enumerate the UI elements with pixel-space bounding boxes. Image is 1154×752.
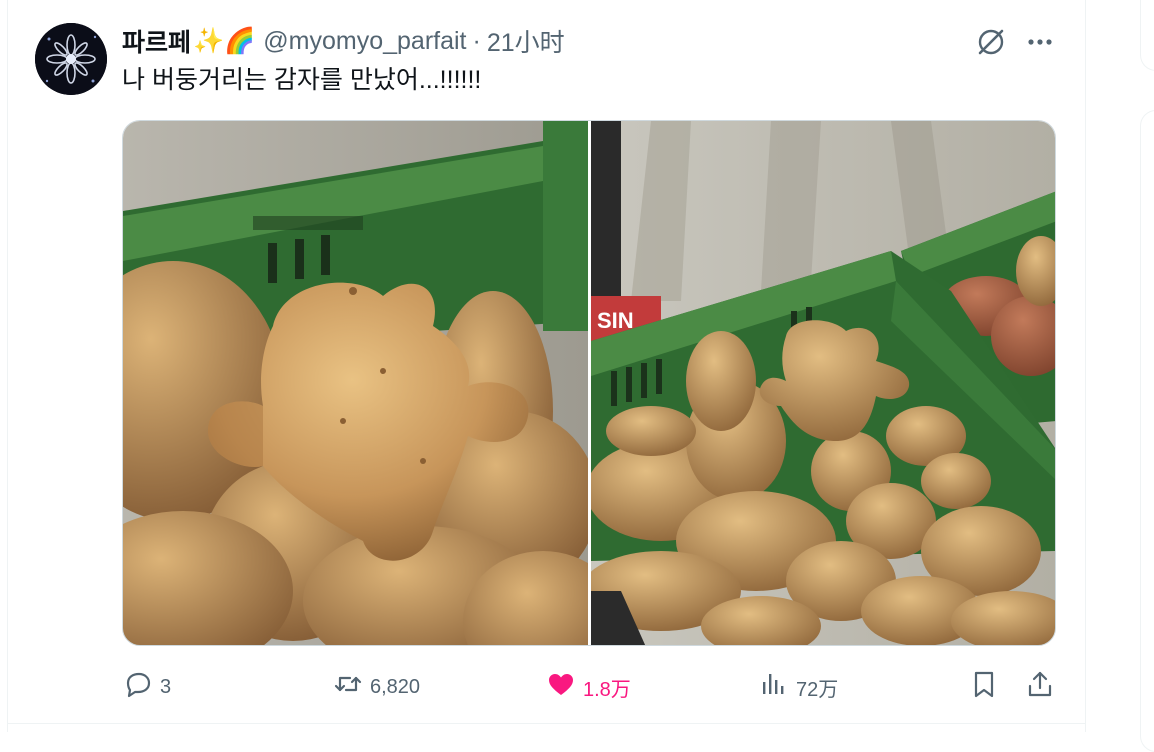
views-icon xyxy=(758,668,790,706)
bookmark-button[interactable] xyxy=(968,668,1000,706)
author-name[interactable]: 파르페 xyxy=(122,23,191,59)
sidebar-panel-top xyxy=(1140,0,1154,71)
grok-icon[interactable] xyxy=(973,24,1009,60)
crate-sign-text: SIN xyxy=(597,308,634,333)
tweet-media[interactable]: SIN xyxy=(122,120,1056,646)
more-icon[interactable] xyxy=(1022,24,1058,60)
bookmark-icon xyxy=(968,668,1000,706)
tweet-actions: 3 6,820 1.8万 72万 xyxy=(122,668,1058,706)
author-handle[interactable]: @myomyo_parfait xyxy=(263,27,466,56)
photo-potato-closeup[interactable] xyxy=(123,121,588,645)
views-button[interactable]: 72万 xyxy=(758,668,838,706)
column-border-right xyxy=(1085,0,1086,732)
like-button[interactable]: 1.8万 xyxy=(545,668,631,706)
header-separator: · xyxy=(472,26,481,55)
reply-icon xyxy=(122,668,154,706)
reply-button[interactable]: 3 xyxy=(122,668,171,706)
name-emoji: ✨🌈 xyxy=(193,26,256,55)
tweet-divider xyxy=(7,723,1086,724)
photo-potato-crates[interactable]: SIN xyxy=(591,121,1055,645)
sidebar-panel xyxy=(1140,110,1154,752)
reply-count: 3 xyxy=(160,675,172,698)
share-button[interactable] xyxy=(1024,668,1056,706)
like-count: 1.8万 xyxy=(583,678,631,701)
column-border-left xyxy=(7,0,8,732)
avatar[interactable] xyxy=(35,23,107,95)
view-count: 72万 xyxy=(796,678,839,701)
share-icon xyxy=(1024,668,1056,706)
tweet-timestamp[interactable]: 21小时 xyxy=(487,23,565,59)
heart-icon xyxy=(545,668,577,706)
tweet-text: 나 버둥거리는 감자를 만났어...!!!!!! xyxy=(122,66,482,94)
retweet-icon xyxy=(332,668,364,706)
retweet-button[interactable]: 6,820 xyxy=(332,668,420,706)
retweet-count: 6,820 xyxy=(370,675,421,698)
tweet-header: 파르페 ✨🌈 @myomyo_parfait · 21小时 xyxy=(122,24,565,58)
